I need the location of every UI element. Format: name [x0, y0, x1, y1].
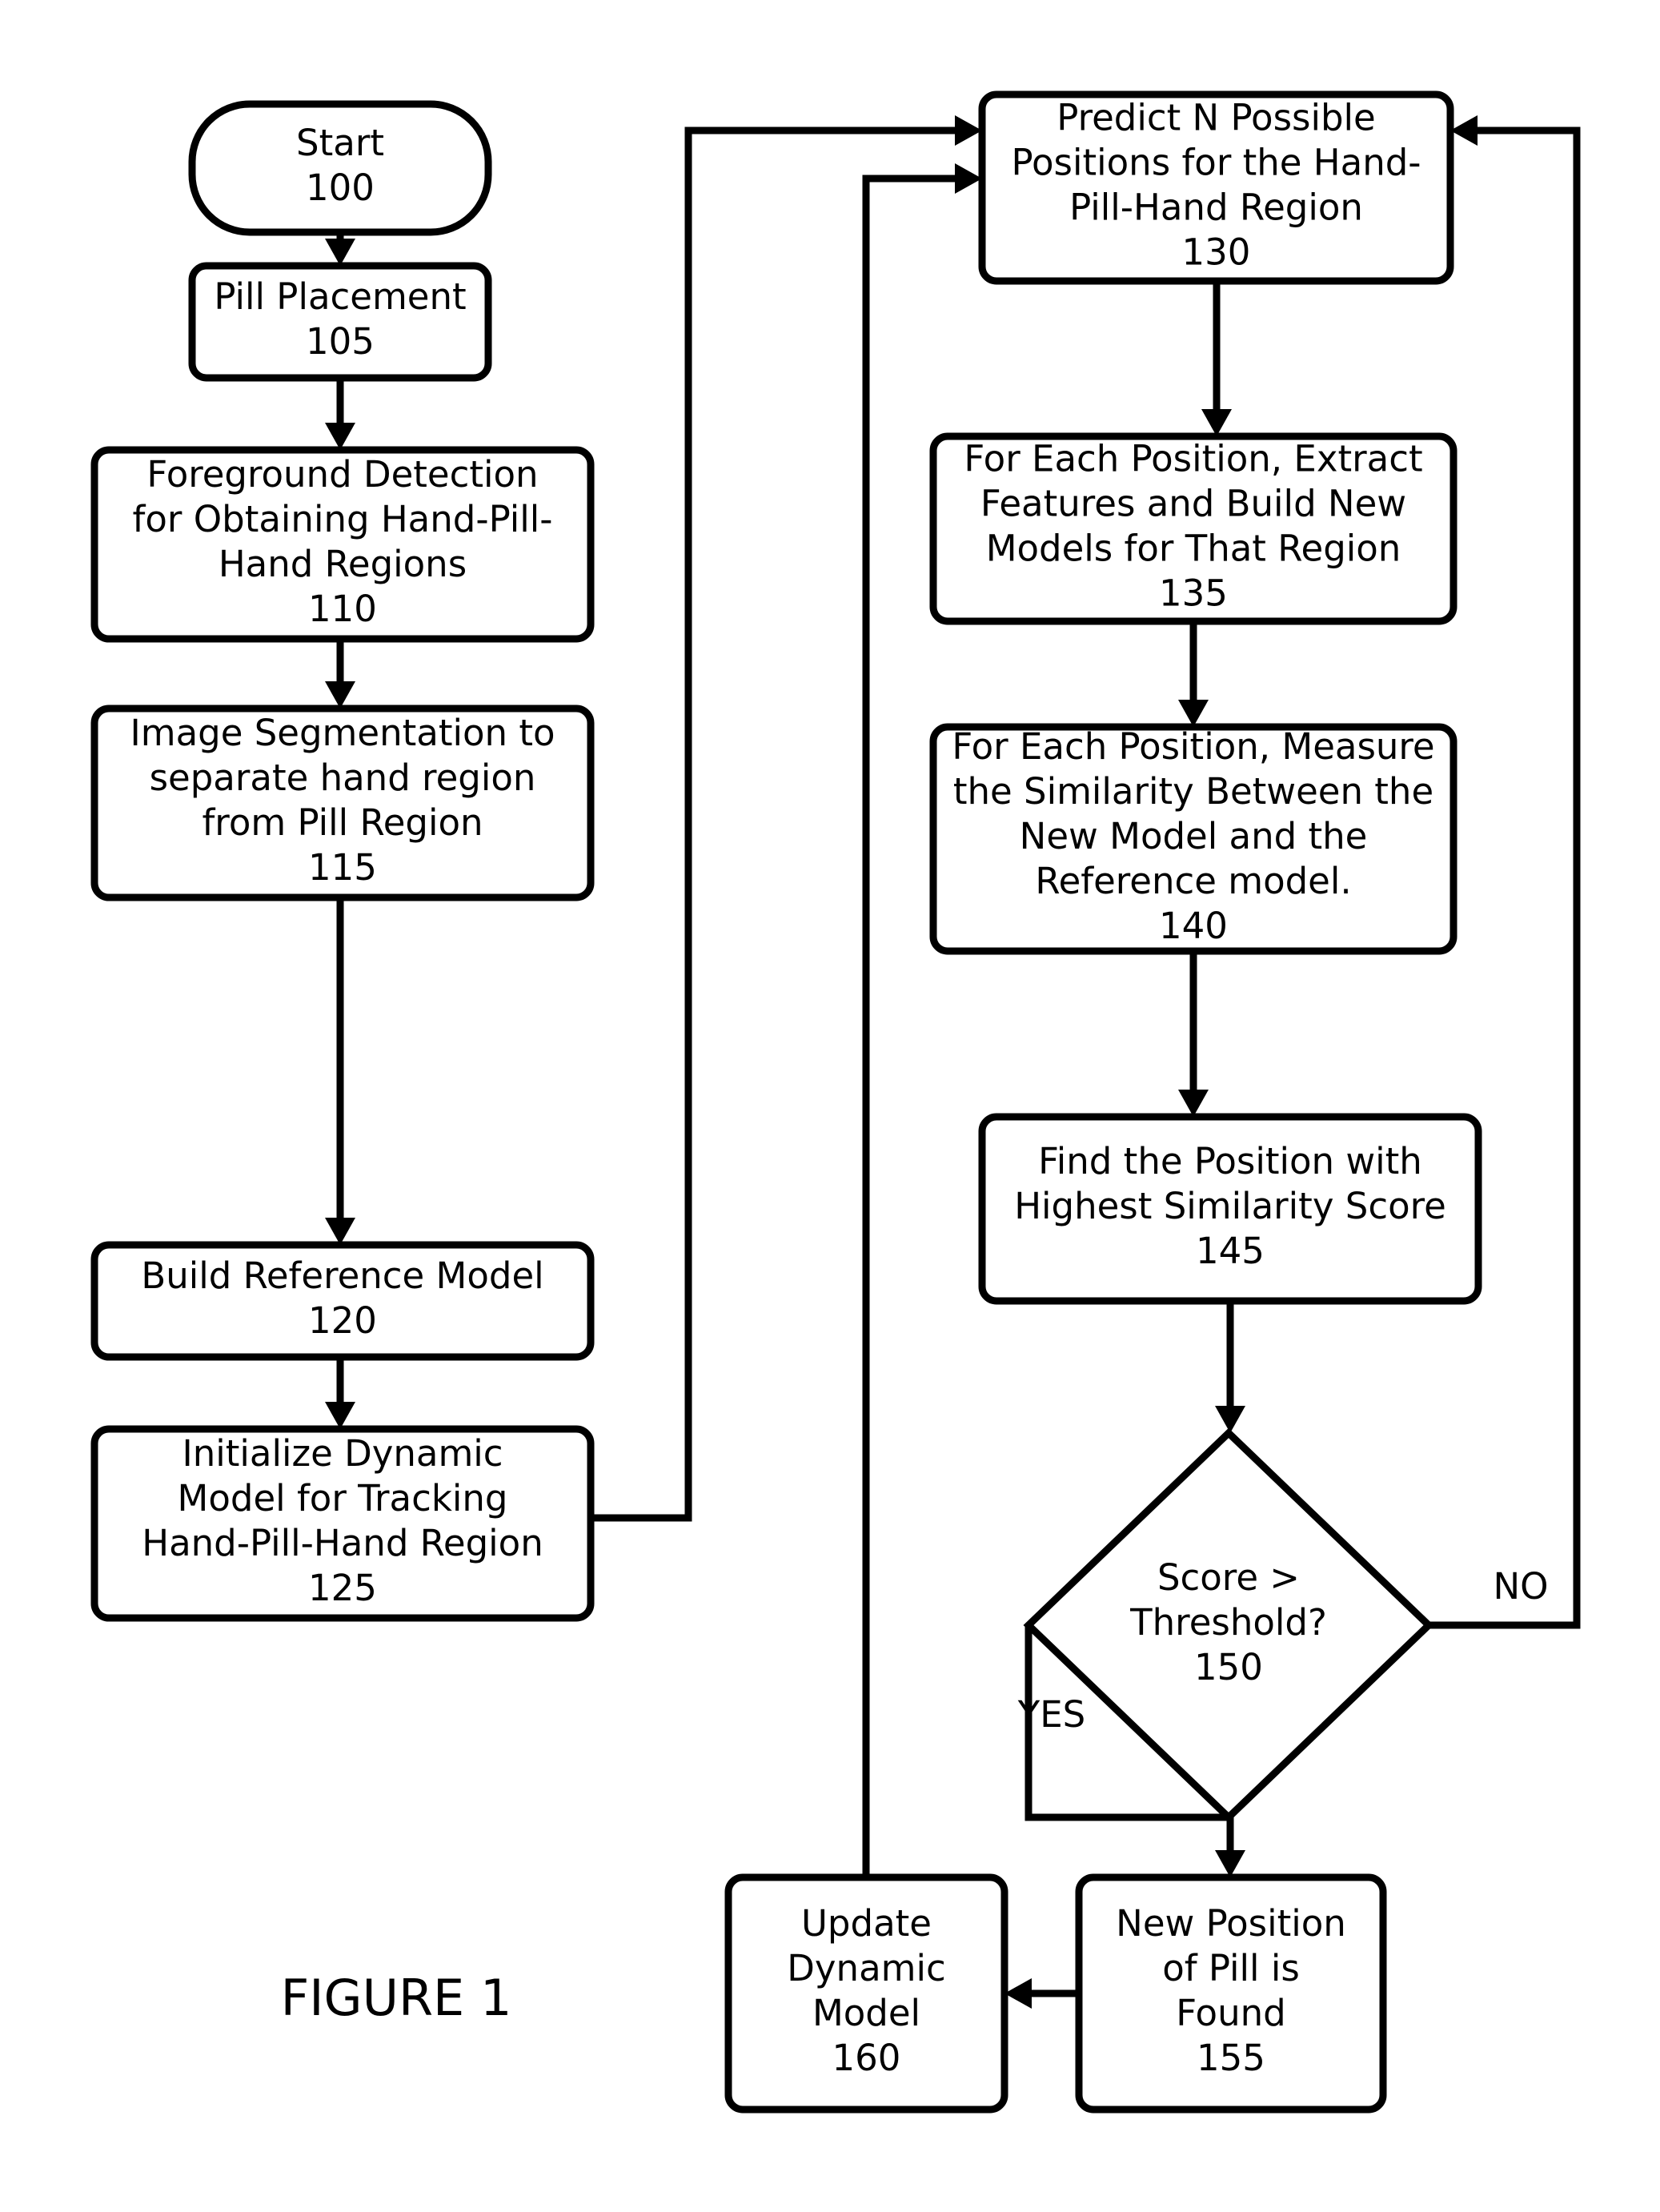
- node-label-line: Highest Similarity Score: [1014, 1185, 1446, 1227]
- node-label-line: New Position: [1116, 1902, 1346, 1945]
- node-initialize-dynamic-model[interactable]: Initialize DynamicModel for TrackingHand…: [90, 1425, 595, 1622]
- node-label-line: Positions for the Hand-: [1011, 142, 1421, 184]
- edge-start-to-pill: [325, 232, 355, 266]
- arrowhead-icon: [1215, 1406, 1245, 1433]
- figure-caption: FIGURE 1: [281, 1969, 512, 2027]
- node-label-line: 125: [308, 1567, 377, 1609]
- edge-label-yes: YES: [1017, 1693, 1086, 1736]
- node-start[interactable]: Start100: [188, 100, 492, 236]
- node-label-line: Pill-Hand Region: [1069, 187, 1363, 229]
- node-label-line: Initialize Dynamic: [182, 1432, 503, 1475]
- node-label-line: Threshold?: [1129, 1601, 1327, 1644]
- edge-find-to-decision: [1215, 1301, 1245, 1433]
- figure-canvas: NO YES Start 100 Pill Placement 105 Foregroun…: [0, 0, 1660, 2212]
- node-label-line: 120: [308, 1299, 377, 1342]
- node-pill-placement[interactable]: Pill Placement105: [188, 262, 492, 382]
- edge-reference-to-initialize: [325, 1357, 355, 1429]
- arrowhead-icon: [1178, 700, 1209, 727]
- node-measure-similarity[interactable]: For Each Position, Measurethe Similarity…: [929, 723, 1458, 955]
- node-label-line: For Each Position, Extract: [964, 438, 1422, 480]
- edge-pill-to-foreground: [325, 378, 355, 450]
- arrowhead-icon: [1450, 115, 1478, 146]
- arrowhead-icon: [325, 239, 355, 266]
- node-label-line: 110: [308, 588, 377, 630]
- arrowhead-icon: [1201, 409, 1232, 436]
- node-label-line: 140: [1159, 905, 1228, 947]
- node-label-line: Build Reference Model: [141, 1255, 543, 1297]
- node-label-line: 155: [1197, 2037, 1265, 2079]
- node-label-line: Start: [296, 122, 384, 164]
- node-label-line: Hand Regions: [219, 543, 467, 585]
- nodes-layer: Start100 Pill Placement105 Foreground Dete…: [90, 90, 1482, 2114]
- node-build-reference-model[interactable]: Build Reference Model120: [90, 1241, 595, 1361]
- node-label-line: Foreground Detection: [146, 453, 538, 496]
- edge-line: [591, 126, 971, 1522]
- node-new-position-found[interactable]: New Positionof Pill isFound155: [1075, 1873, 1387, 2114]
- arrowhead-icon: [325, 423, 355, 450]
- arrowhead-icon: [325, 1402, 355, 1429]
- edge-predict-to-extract: [1201, 281, 1232, 436]
- node-label-line: 135: [1159, 572, 1228, 615]
- node-label-line: Dynamic: [787, 1947, 945, 1989]
- node-label-line: separate hand region: [150, 757, 536, 799]
- node-label-line: Hand-Pill-Hand Region: [142, 1522, 543, 1564]
- node-predict-positions[interactable]: Predict N PossiblePositions for the Hand…: [978, 90, 1454, 285]
- node-label-line: Predict N Possible: [1057, 97, 1375, 139]
- node-label-line: 105: [306, 320, 375, 363]
- node-update-dynamic-model[interactable]: UpdateDynamicModel160: [724, 1873, 1008, 2114]
- node-label-line: New Model and the: [1020, 815, 1368, 857]
- edge-new-position-to-update: [1004, 1978, 1079, 2009]
- node-label-line: the Similarity Between the: [953, 770, 1433, 813]
- node-find-highest-score[interactable]: Find the Position withHighest Similarity…: [978, 1113, 1482, 1305]
- node-label-line: Found: [1176, 1992, 1285, 2034]
- arrowhead-icon: [955, 115, 982, 146]
- arrowhead-icon: [1215, 1850, 1245, 1877]
- node-label-line: Features and Build New: [980, 483, 1406, 525]
- node-label-line: 115: [308, 846, 377, 889]
- node-label-line: 100: [306, 167, 375, 209]
- node-label-line: Image Segmentation to: [130, 712, 555, 754]
- edge-label-no: NO: [1493, 1565, 1548, 1608]
- arrowhead-icon: [1004, 1978, 1032, 2009]
- node-label-line: Model: [812, 1992, 920, 2034]
- edges-layer: NO YES: [325, 115, 1581, 2009]
- node-label-line: 130: [1182, 231, 1251, 274]
- node-label-line: from Pill Region: [202, 801, 483, 844]
- edge-foreground-to-segmentation: [325, 639, 355, 709]
- node-label-line: for Obtaining Hand-Pill-: [133, 498, 553, 540]
- node-foreground-detection[interactable]: Foreground Detectionfor Obtaining Hand-P…: [90, 446, 595, 643]
- edge-update-to-predict: [862, 163, 982, 1877]
- edge-measure-to-find: [1178, 951, 1209, 1117]
- node-label-line: For Each Position, Measure: [952, 725, 1434, 768]
- node-label-line: Reference model.: [1035, 860, 1351, 902]
- edge-initialize-to-predict: [591, 115, 982, 1522]
- node-label-line: Update: [801, 1902, 932, 1945]
- node-score-threshold[interactable]: Score >Threshold?150: [1023, 1427, 1434, 1823]
- node-extract-features[interactable]: For Each Position, ExtractFeatures and B…: [929, 432, 1458, 625]
- node-image-segmentation[interactable]: Image Segmentation toseparate hand regio…: [90, 705, 595, 901]
- edge-segmentation-to-reference: [325, 897, 355, 1245]
- node-label-line: Models for That Region: [986, 528, 1401, 570]
- arrowhead-icon: [325, 681, 355, 709]
- edge-extract-to-measure: [1178, 621, 1209, 727]
- node-label-line: of Pill is: [1162, 1947, 1300, 1989]
- node-label-line: Pill Placement: [214, 275, 466, 318]
- node-label-line: Model for Tracking: [178, 1477, 508, 1519]
- arrowhead-icon: [955, 163, 982, 194]
- node-label-line: 145: [1196, 1230, 1265, 1272]
- flowchart-svg: NO YES Start100 Pill Placement105 Foregroun…: [90, 90, 1581, 2114]
- node-label-line: Find the Position with: [1038, 1140, 1422, 1182]
- node-label-line: 160: [832, 2037, 901, 2079]
- node-label-line: Score >: [1157, 1556, 1300, 1599]
- node-label-line: 150: [1194, 1646, 1263, 1688]
- arrowhead-icon: [1178, 1090, 1209, 1117]
- arrowhead-icon: [325, 1218, 355, 1245]
